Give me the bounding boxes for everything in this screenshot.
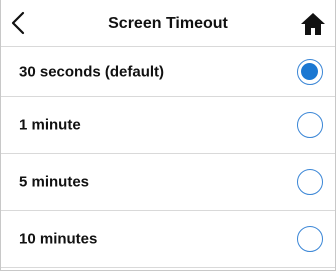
option-row-1-minute[interactable]: 1 minute — [1, 97, 335, 154]
timeout-options-list: 30 seconds (default) 1 minute 5 minutes … — [1, 47, 335, 268]
screen-timeout-screen: Screen Timeout 30 seconds (default) 1 mi… — [0, 0, 336, 271]
back-button[interactable] — [7, 10, 31, 36]
option-row-30-seconds[interactable]: 30 seconds (default) — [1, 47, 335, 97]
home-icon — [301, 13, 325, 35]
header-bar: Screen Timeout — [1, 0, 335, 47]
chevron-left-icon — [11, 11, 25, 35]
radio-button[interactable] — [297, 169, 323, 195]
option-label: 1 minute — [19, 116, 81, 134]
radio-button[interactable] — [297, 58, 323, 85]
option-label: 10 minutes — [19, 230, 98, 248]
radio-button[interactable] — [297, 112, 323, 138]
page-title: Screen Timeout — [108, 15, 228, 32]
option-label: 30 seconds (default) — [19, 63, 165, 80]
radio-button[interactable] — [297, 226, 323, 252]
option-label: 5 minutes — [19, 173, 90, 191]
option-row-10-minutes[interactable]: 10 minutes — [1, 211, 335, 268]
home-button[interactable] — [300, 12, 326, 36]
option-row-5-minutes[interactable]: 5 minutes — [1, 154, 335, 211]
